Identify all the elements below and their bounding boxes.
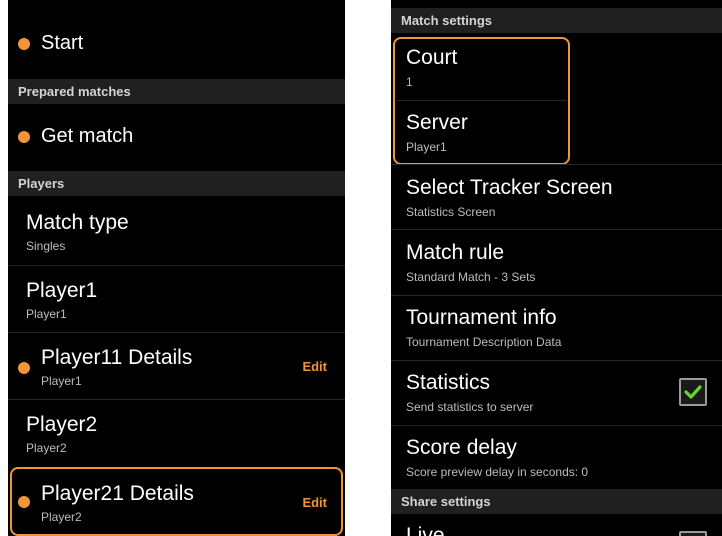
score-delay-value: Score preview delay in seconds: 0: [406, 465, 589, 479]
statistics-checkbox[interactable]: [679, 378, 707, 406]
tournament-info-title: Tournament info: [406, 306, 557, 329]
player11-details-item[interactable]: Player11 Details Player1 Edit: [8, 333, 345, 399]
statistics-value: Send statistics to server: [406, 400, 534, 414]
highlight-frame: [10, 467, 343, 536]
score-delay-item[interactable]: Score delay Score preview delay in secon…: [391, 426, 722, 489]
player2-item[interactable]: Player2 Player2: [8, 400, 345, 466]
match-type-value: Singles: [26, 239, 66, 253]
edit-button[interactable]: Edit: [302, 359, 327, 374]
left-screen: Start Prepared matches Get match Players…: [8, 0, 345, 536]
player11-details-title: Player11 Details: [41, 346, 193, 369]
players-header: Players: [8, 171, 345, 196]
player1-title: Player1: [26, 279, 98, 302]
highlight-frame: [393, 37, 570, 165]
match-rule-title: Match rule: [406, 241, 505, 264]
match-settings-header: Match settings: [391, 8, 722, 33]
tracker-screen-item[interactable]: Select Tracker Screen Statistics Screen: [391, 165, 722, 229]
player1-item[interactable]: Player1 Player1: [8, 266, 345, 332]
right-screen: Match settings Court 1 Server Player1 Se…: [391, 0, 722, 536]
get-match-label: Get match: [41, 125, 134, 147]
match-type-item[interactable]: Match type Singles: [8, 196, 345, 265]
live-item[interactable]: Live: [391, 514, 722, 536]
score-delay-title: Score delay: [406, 436, 517, 459]
get-match-item[interactable]: Get match: [8, 104, 345, 171]
tournament-info-item[interactable]: Tournament info Tournament Description D…: [391, 296, 722, 360]
live-title: Live: [406, 524, 445, 536]
match-type-title: Match type: [26, 211, 129, 234]
status-dot-icon: [18, 362, 30, 374]
player2-title: Player2: [26, 413, 98, 436]
player1-value: Player1: [26, 307, 67, 321]
match-rule-item[interactable]: Match rule Standard Match - 3 Sets: [391, 230, 722, 295]
player11-details-value: Player1: [41, 374, 82, 388]
player2-value: Player2: [26, 441, 67, 455]
tournament-info-value: Tournament Description Data: [406, 335, 562, 349]
status-dot-icon: [18, 38, 30, 50]
match-rule-value: Standard Match - 3 Sets: [406, 270, 536, 284]
start-item[interactable]: Start: [8, 0, 345, 80]
start-label: Start: [41, 32, 84, 54]
statistics-item[interactable]: Statistics Send statistics to server: [391, 361, 722, 425]
statistics-title: Statistics: [406, 371, 491, 394]
status-dot-icon: [18, 131, 30, 143]
prepared-matches-header: Prepared matches: [8, 79, 345, 104]
live-checkbox[interactable]: [679, 531, 707, 536]
share-settings-header: Share settings: [391, 489, 722, 514]
tracker-screen-value: Statistics Screen: [406, 205, 496, 219]
checkmark-icon: [684, 385, 702, 399]
tracker-screen-title: Select Tracker Screen: [406, 176, 613, 199]
